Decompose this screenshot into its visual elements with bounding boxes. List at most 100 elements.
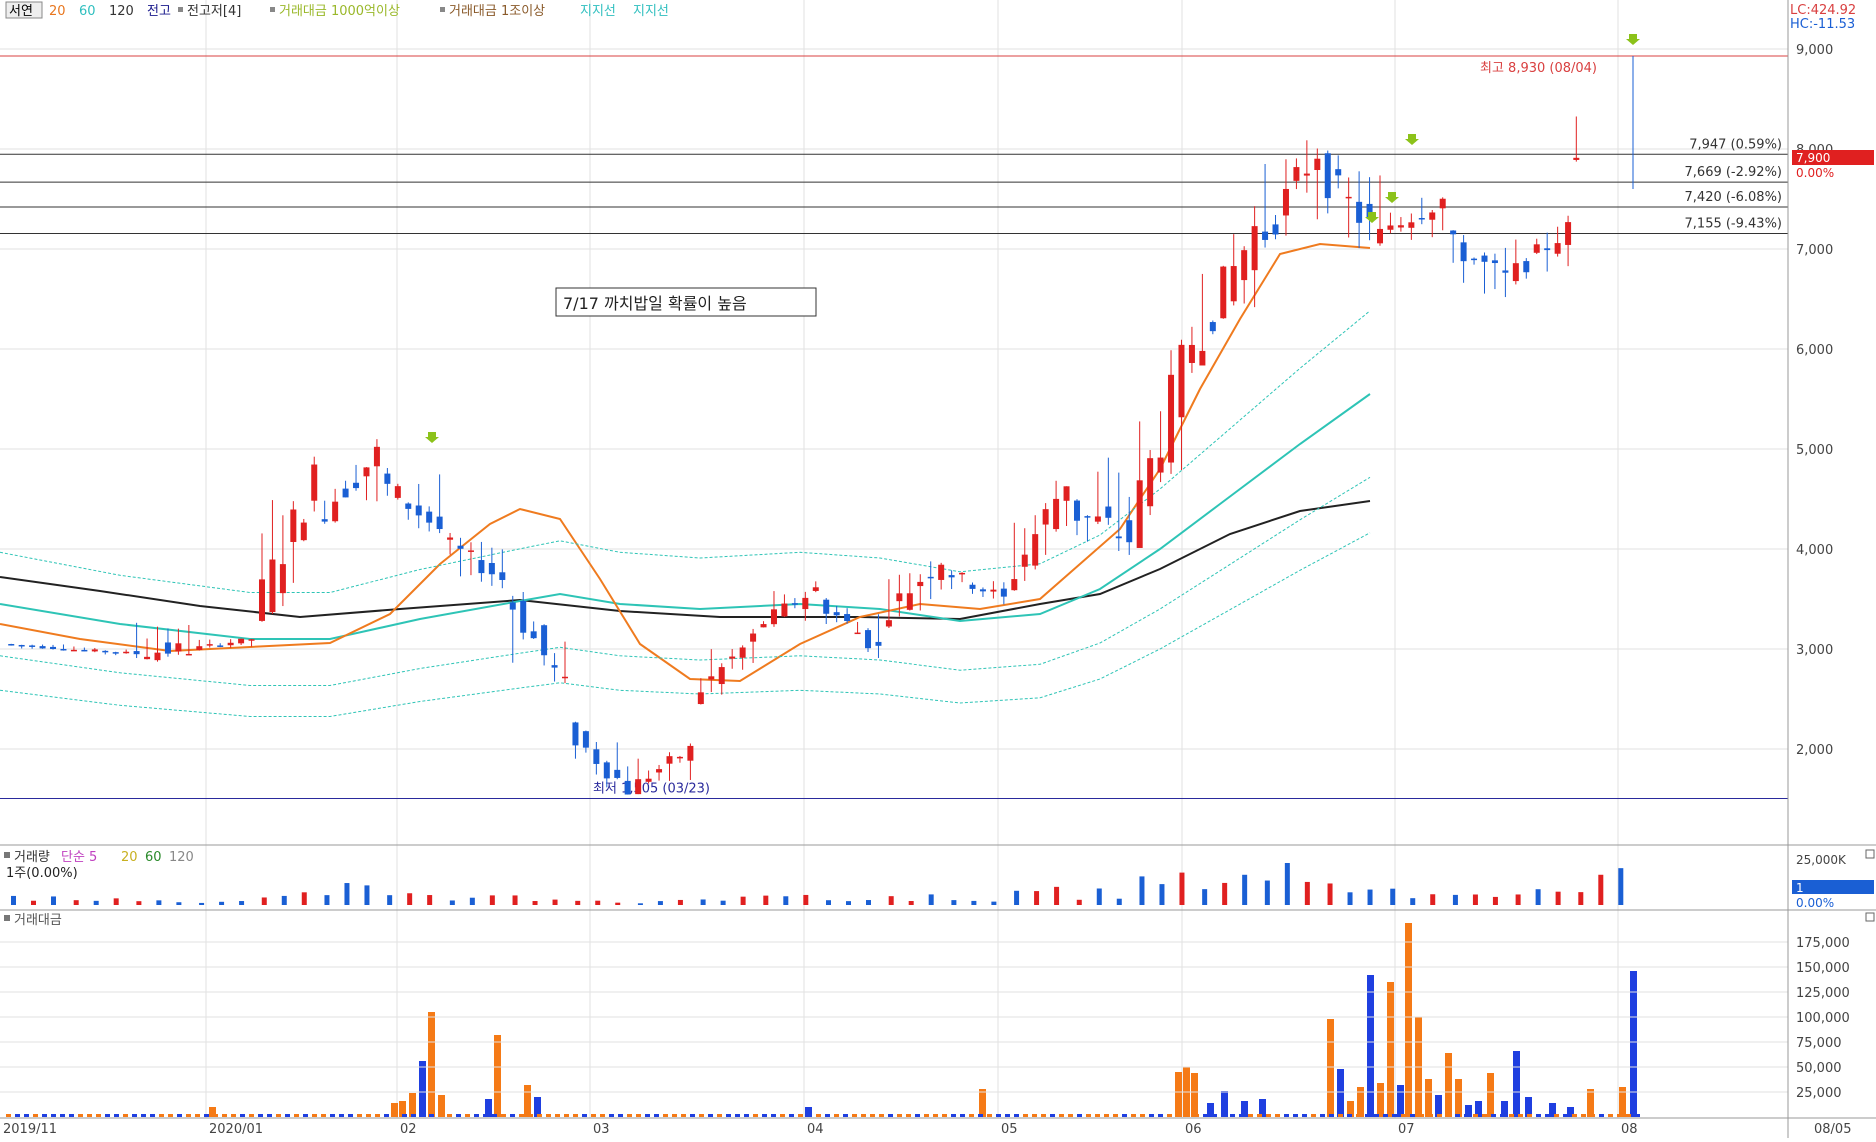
candle-body-10-2: [656, 769, 663, 773]
amount-baseline-825: [825, 1114, 830, 1117]
amount-baseline-312: [312, 1114, 317, 1117]
amount-baseline-888: [888, 1114, 893, 1117]
volume-bar-17-0: [1076, 899, 1082, 905]
candle-body-21-1: [1335, 169, 1342, 176]
amount-baseline-933: [933, 1114, 938, 1117]
candle-body-2-4: [175, 643, 182, 652]
toolbar-item-5: 전고저[4]: [187, 4, 241, 19]
candle-body-20-5: [1314, 158, 1321, 171]
amount-baseline-1608: [1608, 1114, 1613, 1117]
amount-legend-marker: [4, 915, 10, 921]
candle-body-21-2: [1345, 196, 1352, 199]
amount-baseline-231: [231, 1114, 236, 1117]
amount-baseline-348: [348, 1114, 353, 1117]
amount-baseline-492: [492, 1114, 497, 1117]
volume-bar-2-1: [156, 900, 162, 905]
candle-body-16-3: [1042, 509, 1049, 525]
toolbar-item-4: 전고: [147, 4, 171, 19]
volume-bar-20-1: [1284, 862, 1290, 905]
candle-body-4-2: [279, 564, 286, 594]
amount-baseline-1068: [1068, 1114, 1073, 1117]
candle-body-13-2: [844, 614, 851, 621]
current-price-label: 7,900: [1796, 151, 1830, 165]
amount-baseline-195: [195, 1114, 200, 1117]
amount-tick-5: 50,000: [1796, 1061, 1842, 1076]
amount-bar-33: [1455, 1079, 1462, 1117]
chart-canvas: 최고 8,930 (08/04) 7,947 (0.59%) 7,669 (-2.9…: [0, 0, 1876, 1138]
amount-baseline-456: [456, 1114, 461, 1117]
amount-baseline-87: [87, 1114, 92, 1117]
amount-baseline-123: [123, 1114, 128, 1117]
toolbar-item-3: 120: [109, 4, 134, 19]
amount-baseline-753: [753, 1114, 758, 1117]
volume-bar-14-0: [888, 896, 894, 905]
amount-baseline-429: [429, 1114, 434, 1117]
volume-bar-0-2: [51, 896, 56, 905]
amount-baseline-249: [249, 1114, 254, 1117]
amount-baseline-366: [366, 1114, 371, 1117]
candle-body-5-0: [321, 519, 328, 522]
amount-baseline-1302: [1302, 1114, 1307, 1117]
amount-baseline-1572: [1572, 1114, 1577, 1117]
candle-body-20-0: [1262, 231, 1269, 240]
volume-bar-6-1: [407, 893, 413, 905]
candle-body-5-3: [353, 482, 360, 489]
amount-baseline-1095: [1095, 1114, 1100, 1117]
amount-baseline-1131: [1131, 1114, 1136, 1117]
volume-bar-23-1: [1472, 894, 1478, 905]
amount-baseline-915: [915, 1114, 920, 1117]
toolbar-item-2: 60: [79, 4, 96, 19]
amount-baseline-735: [735, 1114, 740, 1117]
candle-body-22-2: [1408, 222, 1415, 228]
amount-baseline-600: [600, 1114, 605, 1117]
amount-baseline-519: [519, 1114, 524, 1117]
amount-baseline-744: [744, 1114, 749, 1117]
candle-body-1-0: [70, 649, 77, 652]
amount-baseline-834: [834, 1114, 839, 1117]
amount-baseline-1410: [1410, 1114, 1415, 1117]
amount-baseline-1419: [1419, 1114, 1424, 1117]
candle-body-5-1: [332, 501, 339, 522]
toolbar-item-7: 거래대금 1조이상: [449, 4, 545, 19]
volume-bar-8-1: [532, 901, 538, 905]
amount-baseline-969: [969, 1114, 974, 1117]
volume-tick-0: 25,000K: [1796, 853, 1847, 867]
x-tick-8: 08: [1621, 1122, 1638, 1137]
candle-body-9-0: [572, 722, 579, 746]
amount-bar-20: [1327, 1019, 1334, 1117]
volume-panel-toggle[interactable]: [1865, 849, 1875, 859]
volume-bar-13-1: [846, 901, 851, 905]
candle-body-23-5: [1502, 270, 1509, 273]
candle-body-24-0: [1512, 263, 1519, 282]
candle-body-18-3: [1168, 374, 1175, 463]
candle-body-0-0: [8, 644, 15, 646]
volume-bar-8-0: [512, 895, 518, 905]
amount-baseline-1401: [1401, 1114, 1406, 1117]
candle-body-10-4: [676, 756, 683, 759]
amount-bar-17: [1221, 1091, 1228, 1117]
amount-baseline-222: [222, 1114, 227, 1117]
amount-baseline-330: [330, 1114, 335, 1117]
amount-baseline-33: [33, 1114, 38, 1117]
toolbar-item-0: 서연: [9, 4, 33, 19]
amount-baseline-1194: [1194, 1114, 1199, 1117]
candle-body-8-1: [520, 600, 527, 633]
x-tick-5: 05: [1001, 1122, 1018, 1137]
amount-baseline-393: [393, 1114, 398, 1117]
volume-bar-19-0: [1202, 889, 1208, 905]
volume-bar-24-1: [1535, 889, 1541, 905]
amount-bar-12: [979, 1089, 986, 1117]
amount-baseline-1428: [1428, 1114, 1433, 1117]
candle-body-17-3: [1105, 506, 1112, 518]
amount-baseline-1347: [1347, 1114, 1352, 1117]
amount-panel-toggle[interactable]: [1865, 912, 1875, 922]
stock-chart[interactable]: 최고 8,930 (08/04) 7,947 (0.59%) 7,669 (-2.9…: [0, 0, 1876, 1138]
candle-body-9-5: [624, 780, 631, 795]
amount-baseline-510: [510, 1114, 515, 1117]
amount-baseline-870: [870, 1114, 875, 1117]
amount-baseline-897: [897, 1114, 902, 1117]
amount-baseline-1365: [1365, 1114, 1370, 1117]
amount-baseline-708: [708, 1114, 713, 1117]
amount-baseline-807: [807, 1114, 812, 1117]
amount-baseline-1482: [1482, 1114, 1487, 1117]
